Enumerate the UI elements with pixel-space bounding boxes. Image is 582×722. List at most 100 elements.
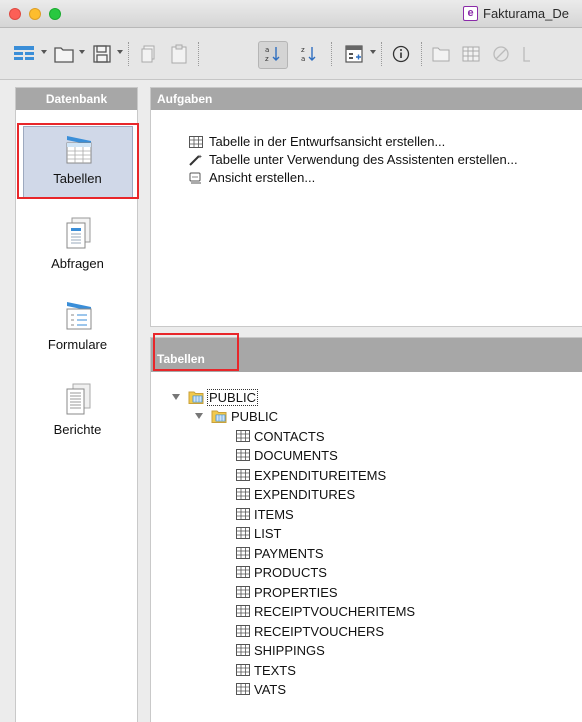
table-name: EXPENDITURES [254, 486, 356, 502]
database-sidebar: Datenbank Tabellen Abfragen Formulare Be… [15, 87, 138, 722]
toolbar: a z z a [0, 28, 582, 80]
save-dropdown-arrow[interactable] [117, 50, 123, 54]
schema-folder-icon [211, 410, 227, 423]
save-icon [93, 45, 111, 63]
minimize-window-button[interactable] [29, 8, 41, 20]
table-row[interactable]: EXPENDITUREITEMS [236, 466, 386, 484]
sidebar-item-label: Formulare [47, 337, 108, 352]
table-row[interactable]: PAYMENTS [236, 544, 324, 562]
toolbar-separator [198, 42, 199, 66]
table-name: TEXTS [254, 662, 296, 678]
table-icon [236, 625, 250, 637]
table-name: PROPERTIES [254, 584, 338, 600]
open-dropdown-arrow[interactable] [79, 50, 85, 54]
tables-panel: Tabellen PUBLIC PUBLIC CONTACTS DOCUMENT… [150, 337, 582, 722]
tree-schema-label: PUBLIC [231, 408, 278, 424]
form-design-icon [345, 45, 363, 63]
table-row[interactable]: CONTACTS [236, 427, 325, 445]
bracket-button[interactable] [518, 42, 536, 66]
sort-descending-icon: z a [301, 46, 316, 63]
table-name: CONTACTS [254, 428, 325, 444]
tree-schema-public[interactable]: PUBLIC [195, 407, 278, 425]
table-name: RECEIPTVOUCHERITEMS [254, 603, 416, 619]
save-button[interactable] [90, 42, 114, 66]
table-icon [236, 586, 250, 598]
sidebar-item-label: Tabellen [53, 171, 102, 186]
table-icon [236, 566, 250, 578]
tasks-panel: Aufgaben Tabelle in der Entwurfsansicht … [150, 87, 582, 327]
table-icon [236, 508, 250, 520]
sidebar-item-formulare[interactable]: Formulare [16, 299, 139, 352]
table-icon [236, 664, 250, 676]
close-window-button[interactable] [9, 8, 21, 20]
paste-icon [171, 44, 187, 64]
task-create-table-design[interactable]: Tabelle in der Entwurfsansicht erstellen… [189, 134, 445, 149]
tables-header: Tabellen [151, 338, 582, 372]
table-row[interactable]: SHIPPINGS [236, 641, 325, 659]
task-label: Ansicht erstellen... [209, 170, 316, 185]
table-row[interactable]: EXPENDITURES [236, 485, 355, 503]
expand-triangle-icon[interactable] [195, 413, 203, 419]
schema-folder-icon [188, 391, 204, 404]
sidebar-item-berichte[interactable]: Berichte [16, 382, 139, 437]
sort-descending-button[interactable]: z a [298, 42, 320, 66]
window-title-text: Fakturama_De [483, 6, 569, 21]
task-create-table-wizard[interactable]: Tabelle unter Verwendung des Assistenten… [189, 152, 518, 167]
table-row[interactable]: VATS [236, 680, 286, 698]
table-row[interactable]: LIST [236, 524, 281, 542]
table-icon [236, 605, 250, 617]
svg-text:a: a [301, 55, 305, 63]
info-button[interactable] [390, 42, 412, 66]
table-name: VATS [254, 681, 287, 697]
table-row[interactable]: ITEMS [236, 505, 294, 523]
form-design-button[interactable] [342, 42, 366, 66]
sort-ascending-button[interactable]: a z [262, 42, 284, 66]
stop-button[interactable] [490, 42, 512, 66]
table-row[interactable]: DOCUMENTS [236, 446, 338, 464]
table-design-icon [189, 135, 203, 148]
zoom-window-button[interactable] [49, 8, 61, 20]
folder-button[interactable] [430, 42, 452, 66]
table-name: PRODUCTS [254, 564, 327, 580]
table-row[interactable]: TEXTS [236, 661, 296, 679]
table-icon [236, 527, 250, 539]
paste-button[interactable] [168, 42, 190, 66]
new-form-button[interactable] [12, 42, 38, 66]
toolbar-separator [331, 42, 332, 66]
folder-icon [432, 47, 450, 62]
queries-icon [66, 217, 90, 249]
copy-button[interactable] [138, 42, 160, 66]
table-icon [236, 683, 250, 695]
task-label: Tabelle in der Entwurfsansicht erstellen… [209, 134, 446, 149]
table-button[interactable] [460, 42, 482, 66]
table-name: RECEIPTVOUCHERS [254, 623, 385, 639]
copy-icon [141, 45, 155, 63]
table-icon [236, 469, 250, 481]
table-row[interactable]: RECEIPTVOUCHERITEMS [236, 602, 415, 620]
title-bar: e Fakturama_De [0, 0, 582, 28]
table-name: ITEMS [254, 506, 294, 522]
new-dropdown-arrow[interactable] [41, 50, 47, 54]
table-row[interactable]: PRODUCTS [236, 563, 327, 581]
table-name: DOCUMENTS [254, 447, 338, 463]
table-name: EXPENDITUREITEMS [254, 467, 387, 483]
table-row[interactable]: RECEIPTVOUCHERS [236, 622, 384, 640]
sidebar-item-label: Berichte [53, 422, 102, 437]
tree-root-public[interactable]: PUBLIC [172, 388, 258, 406]
table-row[interactable]: PROPERTIES [236, 583, 338, 601]
open-button[interactable] [52, 42, 76, 66]
form-design-dropdown-arrow[interactable] [370, 50, 376, 54]
open-icon [54, 47, 74, 63]
table-icon [236, 430, 250, 442]
sidebar-item-label: Abfragen [51, 256, 104, 271]
expand-triangle-icon[interactable] [172, 394, 180, 400]
svg-text:a: a [265, 46, 269, 54]
table-icon [236, 644, 250, 656]
task-create-view[interactable]: Ansicht erstellen... [189, 170, 315, 185]
sidebar-item-tabellen[interactable]: Tabellen [16, 133, 139, 186]
window-title: e Fakturama_De [463, 6, 569, 21]
tasks-header: Aufgaben [151, 88, 582, 110]
task-label: Tabelle unter Verwendung des Assistenten… [209, 152, 518, 167]
table-icon [236, 488, 250, 500]
sidebar-item-abfragen[interactable]: Abfragen [16, 216, 139, 271]
